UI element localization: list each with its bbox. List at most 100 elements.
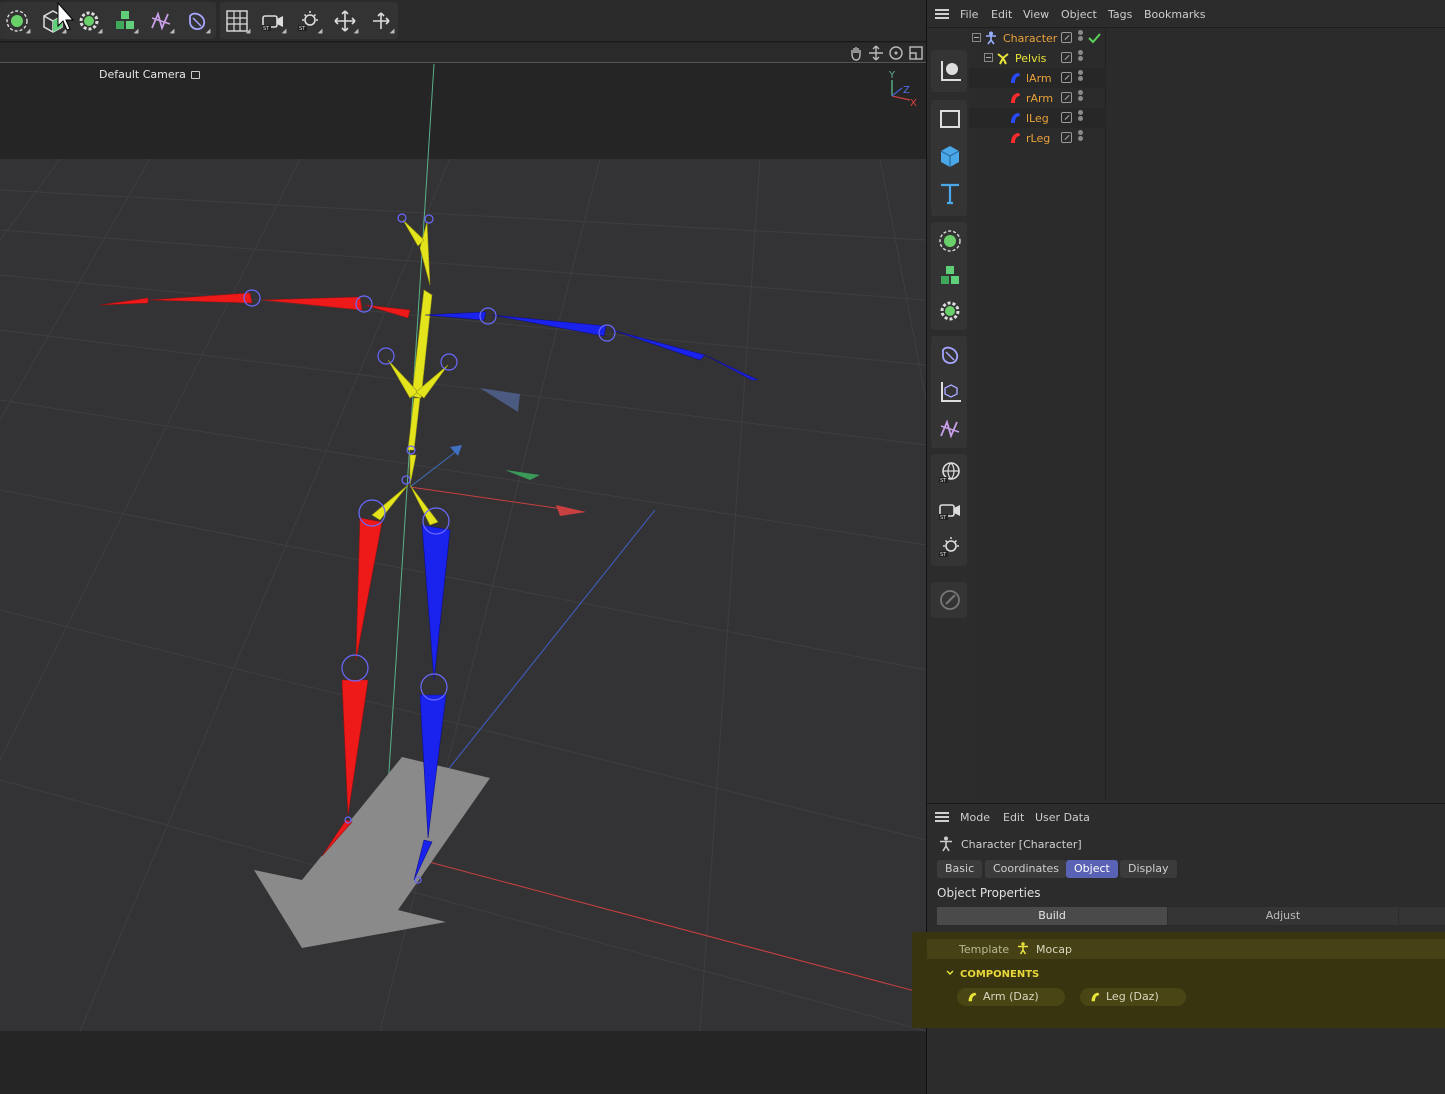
arm-right-icon xyxy=(1011,93,1020,103)
object-name: rLeg xyxy=(1026,132,1051,145)
edit-toggle[interactable] xyxy=(1061,52,1072,63)
pan-hand-icon[interactable] xyxy=(848,45,864,61)
toolbar-group-scene: ST ST xyxy=(220,2,398,39)
visibility-dots[interactable] xyxy=(1078,70,1084,86)
3d-viewport[interactable]: Y Z X Default Camera xyxy=(0,43,926,1094)
attribute-manager-menu-icon[interactable] xyxy=(935,812,949,822)
rotate-view-icon[interactable] xyxy=(888,45,904,61)
light-palette-button[interactable]: ST xyxy=(934,531,966,563)
component-label: Arm (Daz) xyxy=(983,990,1039,1003)
menu-mode[interactable]: Mode xyxy=(960,811,990,824)
cube-blue-icon xyxy=(940,146,960,167)
mograph-button[interactable] xyxy=(108,4,142,37)
visibility-dots[interactable] xyxy=(1078,30,1084,46)
components-label: COMPONENTS xyxy=(960,969,1040,980)
menu-edit[interactable]: Edit xyxy=(1003,811,1024,824)
move-tool-button[interactable] xyxy=(328,4,362,37)
null-object-button[interactable] xyxy=(0,4,34,37)
grid-icon xyxy=(226,9,248,32)
tab-coordinates[interactable]: Coordinates xyxy=(985,860,1068,878)
camera-button[interactable]: ST xyxy=(256,4,290,37)
coordinate-system-button[interactable] xyxy=(934,55,966,87)
generator-button[interactable] xyxy=(72,4,106,37)
svg-text:Z: Z xyxy=(903,85,910,96)
null-palette-button[interactable] xyxy=(934,225,966,257)
snap-palette-button[interactable] xyxy=(934,584,966,616)
object-name: Pelvis xyxy=(1015,52,1047,65)
main-toolbar: ST ST xyxy=(0,0,926,42)
generator-palette-button[interactable] xyxy=(934,295,966,327)
component-arm-daz[interactable]: Arm (Daz) xyxy=(957,988,1065,1006)
menu-object[interactable]: Object xyxy=(1061,8,1097,21)
tab-object[interactable]: Object xyxy=(1066,860,1118,878)
tab-display[interactable]: Display xyxy=(1120,860,1177,878)
move-view-icon[interactable] xyxy=(868,45,884,61)
bend-deformer-icon xyxy=(151,10,171,31)
maximize-view-icon[interactable] xyxy=(908,45,924,61)
object-manager-menu-icon[interactable] xyxy=(935,9,949,19)
field-button[interactable] xyxy=(180,4,214,37)
transform-tool-button[interactable] xyxy=(364,4,398,37)
menu-view[interactable]: View xyxy=(1023,8,1049,21)
deformer-palette-button[interactable] xyxy=(934,413,966,445)
light-icon: ST xyxy=(939,537,959,558)
text-tool-button[interactable] xyxy=(934,177,966,209)
menu-user-data[interactable]: User Data xyxy=(1035,811,1090,824)
cloner-palette-button[interactable] xyxy=(934,260,966,292)
collapse-toggle[interactable] xyxy=(972,33,981,42)
svg-text:ST: ST xyxy=(263,26,270,32)
visibility-dots[interactable] xyxy=(1078,130,1084,146)
camera-icon: ST xyxy=(939,504,960,521)
menu-edit[interactable]: Edit xyxy=(991,8,1012,21)
template-label: Template xyxy=(959,943,1010,956)
viewport-header xyxy=(0,43,926,63)
character-icon xyxy=(986,31,996,45)
camera-label[interactable]: Default Camera xyxy=(99,68,201,81)
side-palette: ST ST ST xyxy=(929,50,967,620)
enabled-check-icon[interactable] xyxy=(1088,32,1101,44)
field-icon xyxy=(189,12,206,30)
model-mode-button[interactable] xyxy=(934,103,966,135)
component-leg-daz[interactable]: Leg (Daz) xyxy=(1080,988,1186,1006)
chevron-down-icon[interactable] xyxy=(946,970,954,976)
component-label: Leg (Daz) xyxy=(1106,990,1159,1003)
subtab-build[interactable]: Build xyxy=(937,907,1167,925)
palette-group-6 xyxy=(931,582,967,618)
cloner-icon xyxy=(116,10,134,29)
edit-toggle[interactable] xyxy=(1061,132,1072,143)
null-object-icon xyxy=(939,230,961,252)
viewport-canvas[interactable]: Y Z X xyxy=(0,64,926,1094)
menu-tags[interactable]: Tags xyxy=(1108,8,1132,21)
tab-basic[interactable]: Basic xyxy=(937,860,983,878)
field-palette-button[interactable] xyxy=(934,339,966,371)
edit-toggle[interactable] xyxy=(1061,32,1072,43)
camera-palette-button[interactable]: ST xyxy=(934,494,966,526)
menu-file[interactable]: File xyxy=(960,8,978,21)
visibility-dots[interactable] xyxy=(1078,110,1084,126)
menu-bookmarks[interactable]: Bookmarks xyxy=(1144,8,1205,21)
tags-column xyxy=(1106,28,1445,800)
visibility-dots[interactable] xyxy=(1078,90,1084,106)
globe-icon: ST xyxy=(939,462,960,484)
arm-component-icon xyxy=(968,992,977,1002)
sky-palette-button[interactable]: ST xyxy=(934,457,966,489)
subtab-adjust[interactable]: Adjust xyxy=(1168,907,1398,925)
edit-toggle[interactable] xyxy=(1061,72,1072,83)
edit-toggle[interactable] xyxy=(1061,112,1072,123)
object-mode-button[interactable] xyxy=(934,140,966,172)
gear-icon xyxy=(79,11,99,30)
edit-toggle[interactable] xyxy=(1061,92,1072,103)
template-value[interactable]: Mocap xyxy=(1036,943,1072,956)
object-axis-palette-button[interactable] xyxy=(934,376,966,408)
subtab-extra[interactable] xyxy=(1399,907,1445,925)
light-button[interactable]: ST xyxy=(292,4,326,37)
character-icon xyxy=(940,836,952,852)
palette-group-1 xyxy=(931,50,967,92)
right-panel: File Edit View Object Tags Bookmarks ST … xyxy=(912,0,1445,1094)
floor-button[interactable] xyxy=(220,4,254,37)
collapse-toggle[interactable] xyxy=(984,53,993,62)
deformer-button[interactable] xyxy=(144,4,178,37)
object-axis-icon xyxy=(941,382,961,402)
palette-group-4 xyxy=(931,336,967,448)
visibility-dots[interactable] xyxy=(1078,50,1084,66)
